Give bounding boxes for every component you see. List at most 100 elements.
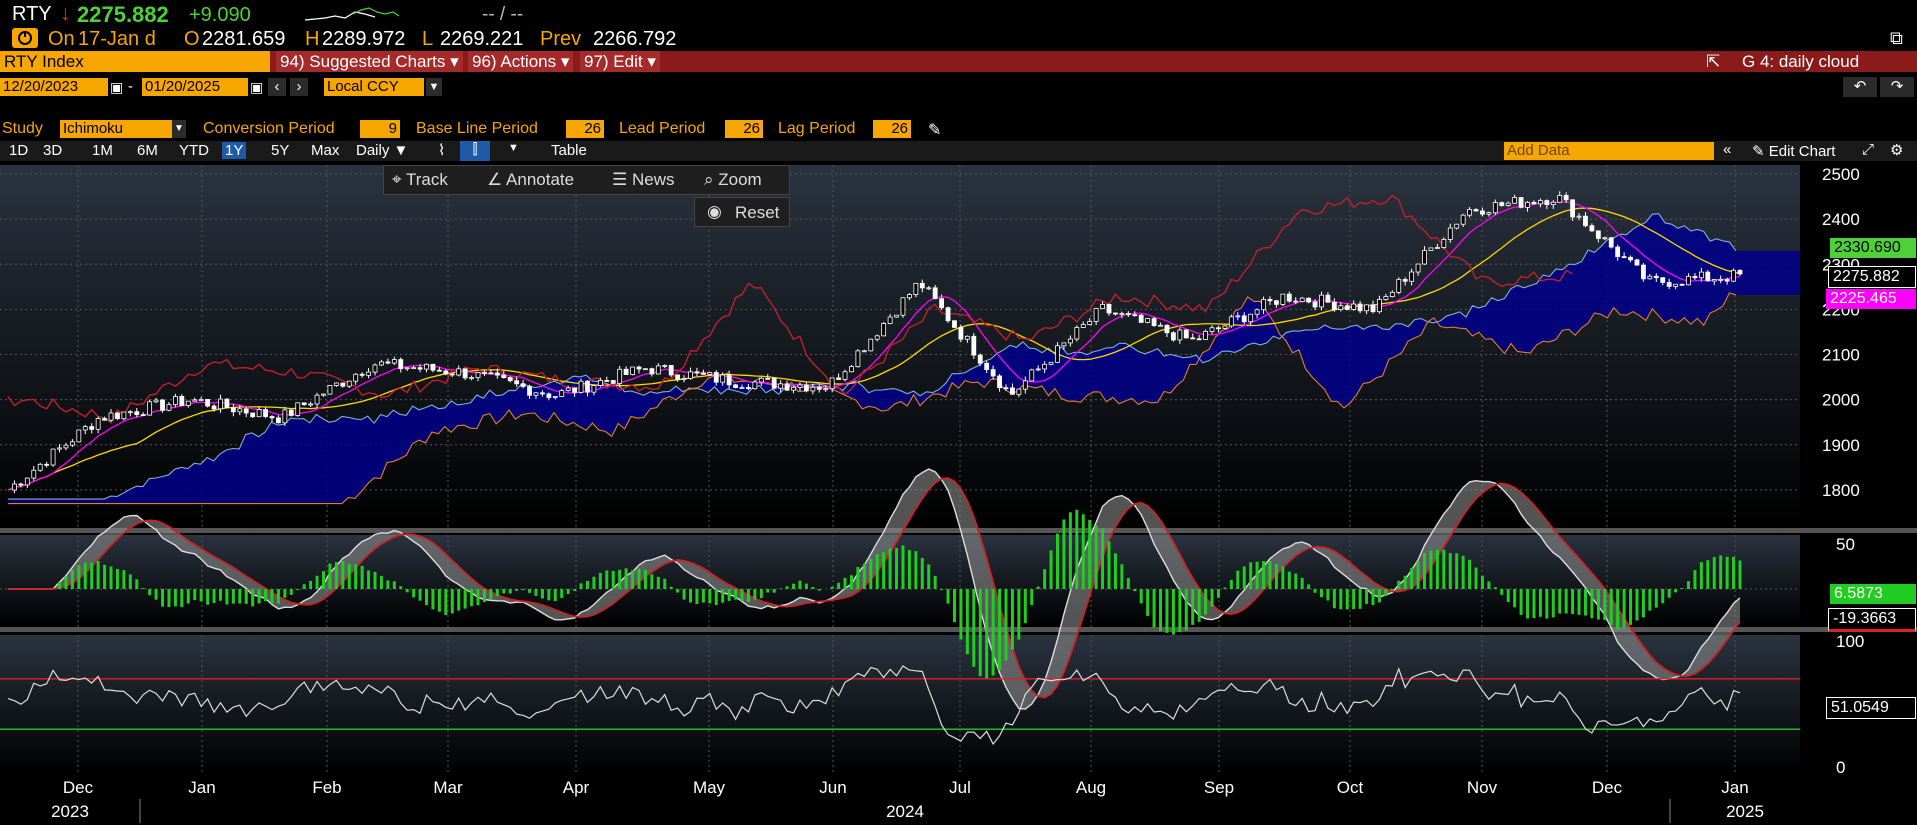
candle-body bbox=[874, 335, 880, 340]
security-field[interactable]: RTY Index bbox=[0, 51, 270, 72]
candle-body bbox=[1595, 230, 1601, 239]
histogram-bar bbox=[862, 563, 866, 589]
expand-icon[interactable]: ⤢ bbox=[1862, 141, 1874, 158]
month-label: Dec bbox=[63, 778, 94, 797]
histogram-bar bbox=[708, 589, 712, 604]
zoom-tool[interactable]: ⌕ Zoom bbox=[704, 170, 762, 190]
study-select[interactable]: Ichimoku bbox=[60, 120, 186, 138]
year-label: 2025 bbox=[1726, 802, 1764, 821]
chevron-down-icon[interactable]: ▼ bbox=[172, 120, 186, 138]
period-6m-button[interactable]: 6M bbox=[134, 142, 161, 159]
histogram-bar bbox=[566, 589, 570, 595]
news-tool[interactable]: ☰ News bbox=[612, 170, 675, 190]
histogram-bar bbox=[399, 586, 403, 589]
candle-body bbox=[69, 441, 75, 446]
histogram-bar bbox=[759, 589, 763, 599]
candle-body bbox=[436, 369, 442, 372]
line-chart-icon[interactable]: ⌇ bbox=[438, 141, 445, 159]
alert-icon[interactable] bbox=[12, 28, 38, 48]
next-period-button[interactable]: › bbox=[290, 78, 308, 96]
chart-area[interactable]: 18001900200021002200230024002500Dec Jan Fe… bbox=[0, 163, 1917, 825]
table-button[interactable]: Table bbox=[551, 142, 587, 159]
lead-period-field[interactable]: 26 bbox=[725, 120, 763, 138]
candle-body bbox=[1711, 279, 1717, 282]
period-3d-button[interactable]: 3D bbox=[40, 142, 65, 159]
candle-body bbox=[1254, 309, 1260, 315]
currency-select[interactable]: Local CCY bbox=[324, 78, 424, 96]
base-line-period-field[interactable]: 26 bbox=[566, 120, 604, 138]
magnifier-icon: ⌕ bbox=[704, 170, 714, 189]
candle-body bbox=[1209, 327, 1215, 332]
histogram-bar bbox=[206, 589, 210, 605]
price-tick-label: 2000 bbox=[1822, 391, 1860, 410]
histogram-bar bbox=[1654, 589, 1658, 608]
track-tool[interactable]: ⌖ Track bbox=[392, 170, 448, 190]
period-1y-button[interactable]: 1Y bbox=[222, 142, 247, 159]
candle-body bbox=[1454, 223, 1460, 229]
edit-menu[interactable]: 97) Edit ▾ bbox=[580, 51, 660, 72]
histogram-bar bbox=[1571, 589, 1575, 615]
candle-body bbox=[456, 368, 462, 376]
price-tick-label: 1900 bbox=[1822, 436, 1860, 455]
redo-button[interactable]: ↷ bbox=[1880, 77, 1914, 97]
candle-body bbox=[1679, 283, 1685, 286]
histogram-bar bbox=[1358, 589, 1362, 609]
actions-menu[interactable]: 96) Actions ▾ bbox=[468, 51, 574, 72]
candle-body bbox=[752, 381, 758, 390]
frequency-select[interactable]: Daily ▼ bbox=[356, 142, 408, 159]
calendar-icon[interactable]: ▣ bbox=[250, 79, 263, 96]
month-label: Aug bbox=[1076, 778, 1106, 797]
reset-button[interactable]: ◉ Reset bbox=[694, 197, 790, 227]
period-1d-button[interactable]: 1D bbox=[6, 142, 31, 159]
macd-badge: 6.5873 bbox=[1830, 584, 1916, 604]
candle-body bbox=[1280, 293, 1286, 305]
edit-chart-button[interactable]: ✎ Edit Chart bbox=[1752, 142, 1835, 160]
lag-period-label: Lag Period bbox=[778, 120, 856, 137]
period-max-button[interactable]: Max bbox=[308, 142, 342, 159]
pencil-icon[interactable]: ✎ bbox=[928, 120, 941, 140]
candle-body bbox=[1248, 313, 1254, 323]
news-label: News bbox=[631, 170, 675, 189]
conversion-period-field[interactable]: 9 bbox=[360, 120, 400, 138]
annotate-tool[interactable]: ∠ Annotate bbox=[487, 170, 574, 190]
chevron-down-icon[interactable]: ▼ bbox=[426, 78, 442, 96]
chart-toolbar: ⌖ Track ∠ Annotate ☰ News ⌕ Zoom bbox=[383, 165, 790, 195]
candle-body bbox=[224, 398, 230, 409]
lead-period-label: Lead Period bbox=[619, 120, 706, 137]
histogram-bar bbox=[1152, 589, 1156, 628]
lag-period-field[interactable]: 26 bbox=[873, 120, 911, 138]
candle-chart-icon[interactable]: ⫿ bbox=[460, 141, 490, 161]
month-label: Dec bbox=[1592, 778, 1623, 797]
popout-icon[interactable]: ⧉ bbox=[1890, 28, 1903, 49]
calendar-icon[interactable]: ▣ bbox=[110, 79, 123, 96]
prev-period-button[interactable]: ‹ bbox=[268, 78, 286, 96]
ticker: RTY bbox=[12, 3, 52, 25]
date-range-bar: 12/20/2023 ▣ - 01/20/2025 ▣ ‹ › Local CC… bbox=[0, 77, 1917, 97]
period-5y-button[interactable]: 5Y bbox=[268, 142, 292, 159]
suggested-charts-menu[interactable]: 94) Suggested Charts ▾ bbox=[276, 51, 463, 72]
histogram-bar bbox=[1616, 589, 1620, 631]
add-data-input[interactable]: Add Data bbox=[1504, 142, 1714, 160]
chevron-down-icon[interactable]: ▼ bbox=[508, 142, 519, 154]
histogram-bar bbox=[740, 589, 744, 602]
export-icon[interactable]: ⇱ bbox=[1706, 51, 1720, 72]
candle-body bbox=[1415, 263, 1421, 273]
histogram-bar bbox=[804, 583, 808, 589]
candle-body bbox=[1731, 269, 1736, 282]
candle-body bbox=[250, 412, 256, 418]
histogram-bar bbox=[1686, 581, 1690, 589]
collapse-icon[interactable]: « bbox=[1723, 141, 1731, 158]
period-1m-button[interactable]: 1M bbox=[89, 142, 116, 159]
undo-button[interactable]: ↶ bbox=[1843, 77, 1877, 97]
rsi-tick-label: 0 bbox=[1836, 758, 1845, 777]
candle-body bbox=[379, 361, 384, 366]
start-date-field[interactable]: 12/20/2023 bbox=[0, 78, 108, 96]
histogram-bar bbox=[965, 589, 969, 655]
histogram-bar bbox=[534, 589, 538, 596]
histogram-bar bbox=[1500, 589, 1504, 595]
period-ytd-button[interactable]: YTD bbox=[176, 142, 212, 159]
gear-icon[interactable]: ⚙ bbox=[1890, 141, 1903, 159]
candle-body bbox=[1010, 387, 1015, 395]
end-date-field[interactable]: 01/20/2025 bbox=[142, 78, 248, 96]
price-badge-top: 2330.690 bbox=[1830, 238, 1916, 258]
